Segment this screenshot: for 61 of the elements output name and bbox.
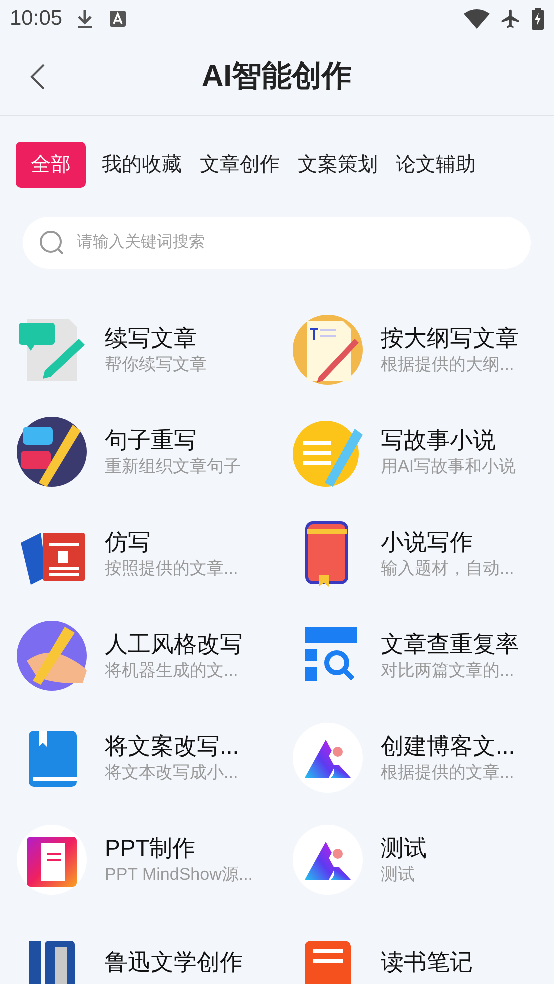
tool-description: 将机器生成的文... [105,660,240,682]
page-title: AI智能创作 [202,59,352,95]
tool-description: 按照提供的文章... [105,558,238,580]
tool-description: 根据提供的文章... [381,762,516,784]
tool-description: 根据提供的大纲... [381,354,516,376]
back-icon [30,64,46,90]
tool-title: 将文案改写... [105,732,240,761]
tool-item[interactable]: PPT制作 PPT MindShow源... [0,825,277,895]
logo-icon [293,825,363,895]
tool-title: 测试 [381,834,427,863]
tool-title: 写故事小说 [381,426,497,455]
tool-description: 用AI写故事和小说 [381,456,516,478]
tool-description: PPT MindShow源... [105,864,254,886]
tool-item[interactable]: 续写文章 帮你续写文章 [0,315,277,385]
tool-title: 鲁迅文学创作 [105,948,243,977]
category-tab[interactable]: 文章创作 [198,142,282,188]
category-tab[interactable]: 论文辅助 [394,142,478,188]
tool-title: 仿写 [105,528,152,557]
tool-title: 按大纲写文章 [381,324,519,353]
logo-icon [293,723,363,793]
tool-description: 对比两篇文章的... [381,660,516,682]
tool-title: 小说写作 [381,528,474,557]
tool-item[interactable]: 仿写 按照提供的文章... [0,519,277,589]
tool-item[interactable]: 写故事小说 用AI写故事和小说 [277,417,554,487]
tool-item[interactable]: 鲁迅文学创作 [0,927,277,984]
tool-item[interactable]: 按大纲写文章 根据提供的大纲... [277,315,554,385]
tool-item[interactable]: 句子重写 重新组织文章句子 [0,417,277,487]
tool-item[interactable]: 创建博客文... 根据提供的文章... [277,723,554,793]
hand-pencil-icon [17,621,87,691]
tool-description: 将文本改写成小... [105,762,240,784]
tool-title: 文章查重复率 [381,630,519,659]
tool-title: 续写文章 [105,324,198,353]
tool-item[interactable]: 将文案改写... 将文本改写成小... [0,723,277,793]
presentation-file-icon [17,825,87,895]
tool-description: 重新组织文章句子 [105,456,241,478]
chat-pencil-icon [17,417,87,487]
tool-description: 输入题材，自动... [381,558,514,580]
tool-item[interactable]: 人工风格改写 将机器生成的文... [0,621,277,691]
status-time: 10:05 [10,6,63,32]
wifi-icon [464,9,490,29]
tool-description: 测试 [381,864,416,886]
tool-title: 创建博客文... [381,732,516,761]
tool-item[interactable]: 文章查重复率 对比两篇文章的... [277,621,554,691]
category-tab[interactable]: 文案策划 [296,142,380,188]
category-tab[interactable]: 全部 [16,142,86,188]
tool-item[interactable]: 小说写作 输入题材，自动... [277,519,554,589]
tool-title: 句子重写 [105,426,198,455]
font-icon [110,11,126,27]
document-pen-icon [293,315,363,385]
tool-item[interactable]: 测试 测试 [277,825,554,895]
tool-title: 人工风格改写 [105,630,243,659]
tool-title: PPT制作 [105,834,197,863]
search-icon [39,230,65,256]
download-icon [76,9,94,29]
tool-item[interactable]: 读书笔记 [277,927,554,984]
search-field[interactable]: 请输入关键词搜索 [23,217,531,269]
tool-title: 读书笔记 [381,948,473,977]
airplane-icon [500,8,522,30]
tool-description: 帮你续写文章 [105,354,207,376]
category-tab[interactable]: 我的收藏 [100,142,184,188]
battery-icon [532,8,544,30]
